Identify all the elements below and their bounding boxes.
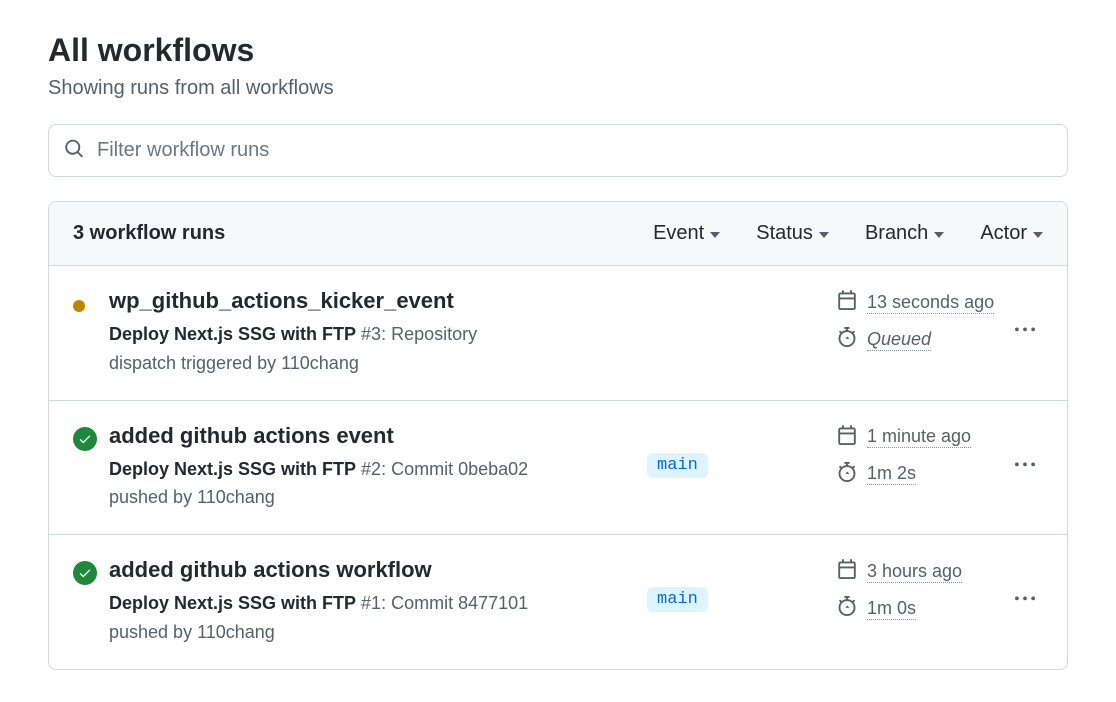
run-subtext: Deploy Next.js SSG with FTP #3: Reposito… — [109, 320, 549, 378]
filter-bar: Event Status Branch Actor — [653, 222, 1043, 245]
workflow-name: Deploy Next.js SSG with FTP — [109, 324, 356, 344]
run-row: added github actions workflow Deploy Next… — [49, 535, 1067, 669]
status-col — [73, 423, 109, 451]
time-line: 3 hours ago — [837, 559, 1007, 584]
success-check-icon — [73, 427, 97, 451]
caret-down-icon — [934, 232, 944, 238]
run-subtext: Deploy Next.js SSG with FTP #1: Commit 8… — [109, 589, 549, 647]
stopwatch-icon — [837, 327, 857, 352]
run-main: added github actions event Deploy Next.js… — [109, 423, 647, 513]
run-duration: 1m 2s — [867, 463, 916, 485]
run-time: 13 seconds ago — [867, 292, 994, 314]
run-actions-menu[interactable] — [1011, 316, 1039, 347]
search-container — [48, 124, 1068, 177]
actions-col — [1007, 423, 1043, 482]
filter-event-label: Event — [653, 222, 704, 245]
meta-col: 13 seconds ago Queued — [837, 288, 1007, 352]
search-icon — [64, 138, 84, 163]
status-col — [73, 557, 109, 585]
workflow-name: Deploy Next.js SSG with FTP — [109, 593, 356, 613]
branch-col: main — [647, 423, 837, 478]
queued-dot-icon — [73, 300, 85, 312]
calendar-icon — [837, 559, 857, 584]
panel-header: 3 workflow runs Event Status Branch Acto… — [49, 202, 1067, 266]
filter-branch-label: Branch — [865, 222, 928, 245]
duration-line: Queued — [837, 327, 1007, 352]
run-row: added github actions event Deploy Next.js… — [49, 401, 1067, 536]
success-check-icon — [73, 561, 97, 585]
caret-down-icon — [710, 232, 720, 238]
run-title-link[interactable]: wp_github_actions_kicker_event — [109, 288, 454, 314]
run-duration: Queued — [867, 329, 931, 351]
caret-down-icon — [819, 232, 829, 238]
calendar-icon — [837, 425, 857, 450]
runs-list: wp_github_actions_kicker_event Deploy Nex… — [49, 266, 1067, 669]
run-time: 3 hours ago — [867, 561, 962, 583]
duration-line: 1m 0s — [837, 596, 1007, 621]
run-main: added github actions workflow Deploy Next… — [109, 557, 647, 647]
run-main: wp_github_actions_kicker_event Deploy Nex… — [109, 288, 647, 378]
actions-col — [1007, 288, 1043, 347]
meta-col: 3 hours ago 1m 0s — [837, 557, 1007, 621]
run-actions-menu[interactable] — [1011, 451, 1039, 482]
actions-col — [1007, 557, 1043, 616]
page-subtitle: Showing runs from all workflows — [48, 77, 1068, 100]
filter-runs-input[interactable] — [48, 124, 1068, 177]
run-row: wp_github_actions_kicker_event Deploy Nex… — [49, 266, 1067, 401]
workflow-name: Deploy Next.js SSG with FTP — [109, 459, 356, 479]
run-title-link[interactable]: added github actions workflow — [109, 557, 432, 583]
filter-actor-label: Actor — [980, 222, 1027, 245]
time-line: 13 seconds ago — [837, 290, 1007, 315]
branch-col: main — [647, 557, 837, 612]
run-duration: 1m 0s — [867, 598, 916, 620]
filter-status[interactable]: Status — [756, 222, 829, 245]
run-actions-menu[interactable] — [1011, 585, 1039, 616]
run-time: 1 minute ago — [867, 426, 971, 448]
calendar-icon — [837, 290, 857, 315]
caret-down-icon — [1033, 232, 1043, 238]
status-col — [73, 288, 109, 312]
duration-line: 1m 2s — [837, 462, 1007, 487]
page-title: All workflows — [48, 32, 1068, 69]
filter-event[interactable]: Event — [653, 222, 720, 245]
stopwatch-icon — [837, 462, 857, 487]
run-title-link[interactable]: added github actions event — [109, 423, 394, 449]
time-line: 1 minute ago — [837, 425, 1007, 450]
filter-branch[interactable]: Branch — [865, 222, 944, 245]
filter-status-label: Status — [756, 222, 813, 245]
branch-col — [647, 288, 837, 318]
filter-actor[interactable]: Actor — [980, 222, 1043, 245]
runs-panel: 3 workflow runs Event Status Branch Acto… — [48, 201, 1068, 670]
branch-label[interactable]: main — [647, 453, 708, 478]
branch-label[interactable]: main — [647, 587, 708, 612]
runs-count: 3 workflow runs — [73, 222, 653, 245]
meta-col: 1 minute ago 1m 2s — [837, 423, 1007, 487]
run-subtext: Deploy Next.js SSG with FTP #2: Commit 0… — [109, 455, 549, 513]
stopwatch-icon — [837, 596, 857, 621]
